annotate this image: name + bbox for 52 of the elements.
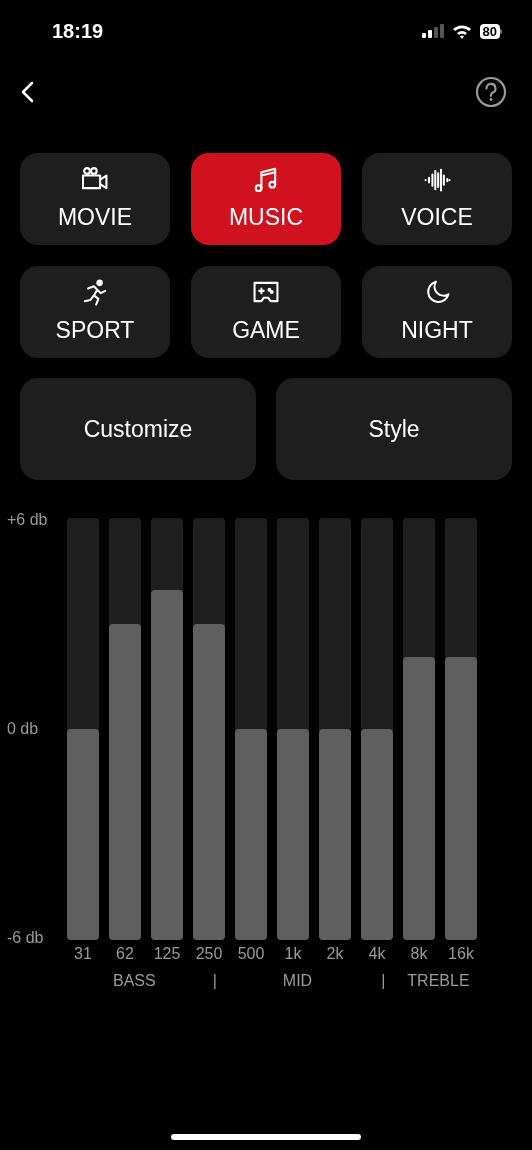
battery-icon: 80 <box>479 23 502 39</box>
mode-button[interactable]: VOICE <box>362 153 512 245</box>
mode-button[interactable]: MOVIE <box>20 153 170 245</box>
band-slider-fill[interactable] <box>235 729 267 940</box>
band-group-label: BASS <box>113 971 156 991</box>
axis-label: 0 db <box>7 719 39 739</box>
band-group-label: MID <box>282 971 313 991</box>
axis-label: +6 db <box>7 510 48 530</box>
mode-button[interactable]: SPORT <box>20 266 170 358</box>
band-group-label: | <box>212 971 217 991</box>
wifi-icon <box>451 23 472 39</box>
frequency-label: 1k <box>283 944 303 964</box>
band-group-label: | <box>381 971 386 991</box>
frequency-label: 2k <box>325 944 345 964</box>
action-button[interactable]: Customize <box>20 378 256 480</box>
mode-button[interactable]: MUSIC <box>191 153 341 245</box>
band-slider-track[interactable] <box>319 518 351 940</box>
band-slider-fill[interactable] <box>109 623 141 940</box>
band-slider-track[interactable] <box>361 518 393 940</box>
mode-button[interactable]: NIGHT <box>362 266 512 358</box>
band-slider-fill[interactable] <box>67 729 99 940</box>
frequency-label: 31 <box>73 944 93 964</box>
band-slider-fill[interactable] <box>319 729 351 940</box>
band-slider-track[interactable] <box>193 518 225 940</box>
band-slider-track[interactable] <box>403 518 435 940</box>
band-slider-track[interactable] <box>151 518 183 940</box>
axis-label: -6 db <box>7 928 44 948</box>
band-slider-fill[interactable] <box>361 729 393 940</box>
action-button[interactable]: Style <box>276 378 512 480</box>
status-time: 18:19 <box>52 19 104 44</box>
band-slider-fill[interactable] <box>151 589 183 940</box>
frequency-label: 62 <box>115 944 135 964</box>
frequency-label: 16k <box>447 944 475 964</box>
frequency-label: 4k <box>367 944 387 964</box>
band-slider-fill[interactable] <box>193 623 225 940</box>
band-slider-fill[interactable] <box>403 657 435 940</box>
help-icon[interactable] <box>475 76 507 108</box>
band-slider-track[interactable] <box>277 518 309 940</box>
frequency-label: 125 <box>152 944 182 964</box>
band-slider-track[interactable] <box>109 518 141 940</box>
band-slider-fill[interactable] <box>445 657 477 940</box>
band-group-label: TREBLE <box>407 971 470 991</box>
mode-button[interactable]: GAME <box>191 266 341 358</box>
band-slider-track[interactable] <box>445 518 477 940</box>
back-icon[interactable] <box>20 81 34 103</box>
frequency-label: 250 <box>194 944 224 964</box>
band-slider-track[interactable] <box>67 518 99 940</box>
band-slider-fill[interactable] <box>277 729 309 940</box>
band-slider-track[interactable] <box>235 518 267 940</box>
frequency-label: 8k <box>409 944 429 964</box>
signal-icon <box>421 24 444 38</box>
frequency-label: 500 <box>236 944 266 964</box>
